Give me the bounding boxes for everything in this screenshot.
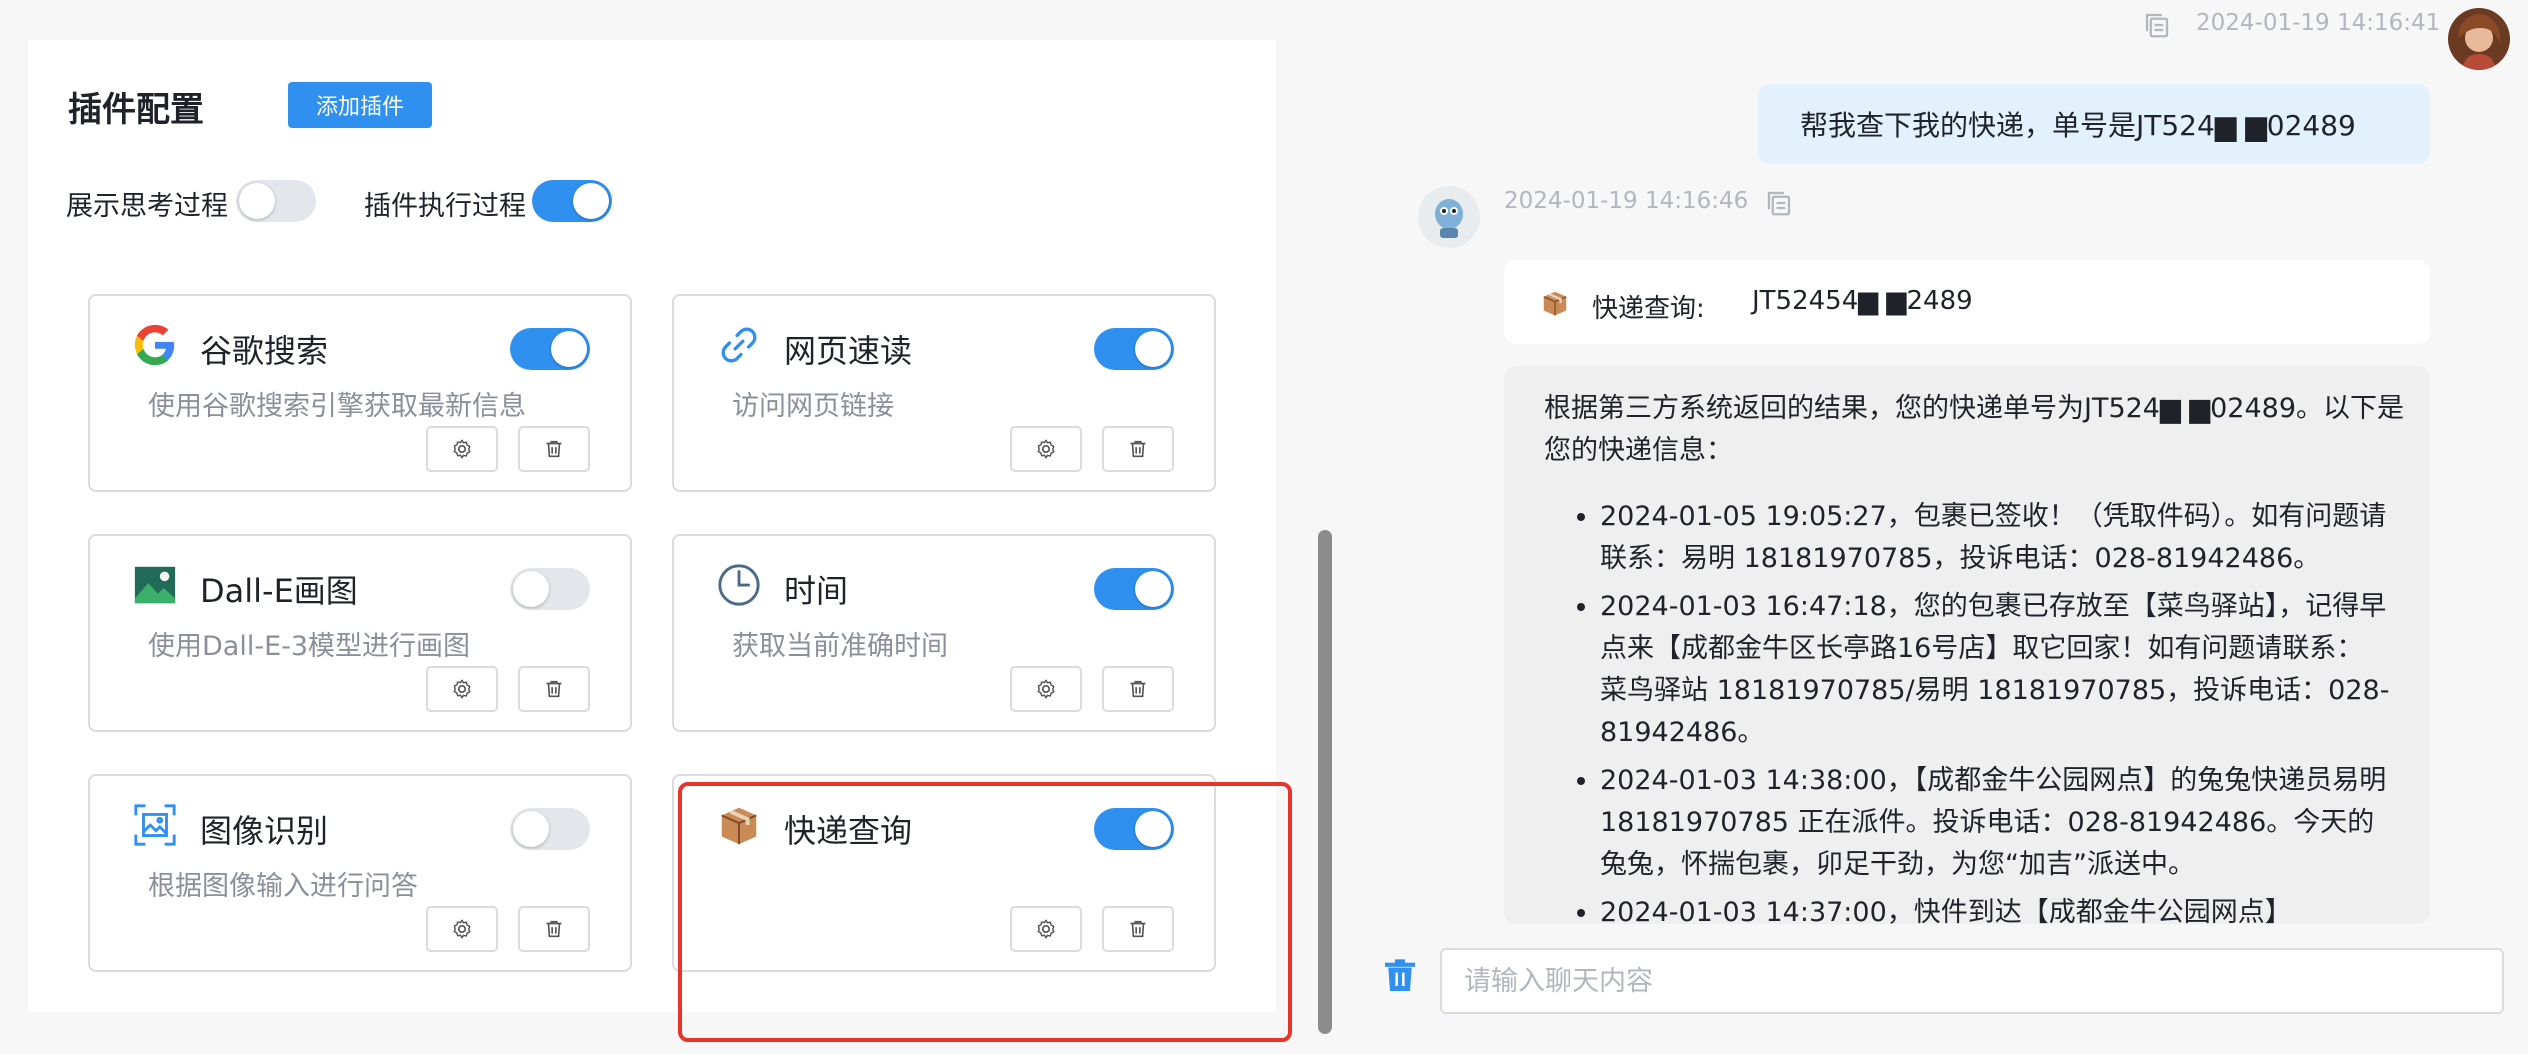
- plugin-delete-button[interactable]: [518, 426, 590, 472]
- user-message-bubble: 帮我查下我的快递，单号是JT524▆ ▆02489: [1758, 84, 2430, 164]
- google-icon: [132, 322, 178, 368]
- plugin-settings-button[interactable]: [426, 906, 498, 952]
- trash-icon: [546, 680, 562, 698]
- gear-icon: [1037, 679, 1055, 699]
- plugin-settings-button[interactable]: [1010, 426, 1082, 472]
- plugin-desc: 根据图像输入进行问答: [148, 871, 418, 902]
- trash-icon: [1130, 440, 1146, 458]
- plugin-name: 谷歌搜索: [200, 332, 329, 370]
- clock-icon: [716, 562, 762, 608]
- scrollbar[interactable]: [1318, 530, 1332, 1034]
- plugin-exec-toggle[interactable]: [532, 180, 612, 222]
- plugin-desc: 获取当前准确时间: [732, 631, 948, 662]
- package-icon: [1543, 291, 1567, 316]
- plugin-desc: 使用谷歌搜索引擎获取最新信息: [148, 391, 526, 422]
- gear-icon: [1037, 439, 1055, 459]
- trash-icon: [546, 920, 562, 938]
- gear-icon: [453, 919, 471, 939]
- plugin-enable-toggle[interactable]: [510, 328, 590, 370]
- plugin-enable-toggle[interactable]: [510, 808, 590, 850]
- plugin-name: 时间: [784, 572, 849, 610]
- tool-call-label: 快递查询:: [1592, 294, 1705, 324]
- show-thinking-toggle[interactable]: [236, 180, 316, 222]
- plugin-delete-button[interactable]: [518, 906, 590, 952]
- plugin-card-time: 时间 获取当前准确时间: [672, 534, 1216, 732]
- panel-title: 插件配置: [68, 90, 204, 130]
- plugin-name: 图像识别: [200, 812, 329, 850]
- tracking-item: 2024-01-03 16:47:18，您的包裹已存放至【菜鸟驿站】，记得早点来…: [1600, 586, 2390, 754]
- copy-icon[interactable]: [1764, 188, 1794, 218]
- plugin-enable-toggle[interactable]: [1094, 568, 1174, 610]
- plugin-delete-button[interactable]: [1102, 666, 1174, 712]
- plugin-card-web-reader: 网页速读 访问网页链接: [672, 294, 1216, 492]
- trash-icon: [1130, 680, 1146, 698]
- bot-message-timestamp: 2024-01-19 14:16:46: [1504, 188, 1749, 214]
- plugin-exec-label: 插件执行过程: [364, 191, 526, 222]
- tracking-list: 2024-01-05 19:05:27，包裹已签收！（凭取件码）。如有问题请联系…: [1600, 496, 2390, 924]
- plugin-desc: 访问网页链接: [732, 391, 894, 422]
- tracking-item: 2024-01-05 19:05:27，包裹已签收！（凭取件码）。如有问题请联系…: [1600, 496, 2390, 580]
- plugin-delete-button[interactable]: [1102, 426, 1174, 472]
- user-message-text: 帮我查下我的快递，单号是JT524▆ ▆02489: [1800, 109, 2356, 142]
- plugin-settings-button[interactable]: [1010, 666, 1082, 712]
- plugin-enable-toggle[interactable]: [510, 568, 590, 610]
- show-thinking-label: 展示思考过程: [66, 191, 228, 222]
- tracking-item: 2024-01-03 14:37:00，快件到达【成都金牛公园网点】: [1600, 892, 2390, 924]
- tool-call-value: JT52454▆ ▆2489: [1752, 286, 1973, 316]
- answer-intro: 根据第三方系统返回的结果，您的快递单号为JT524▆ ▆02489。以下是您的快…: [1544, 393, 2404, 466]
- plugin-desc: 使用Dall-E-3模型进行画图: [148, 631, 471, 662]
- clear-chat-trash-icon[interactable]: [1380, 956, 1420, 996]
- trash-icon: [546, 440, 562, 458]
- plugin-name: Dall-E画图: [200, 572, 358, 610]
- gear-icon: [453, 439, 471, 459]
- plugin-settings-button[interactable]: [426, 426, 498, 472]
- image-icon: [132, 562, 178, 608]
- plugin-card-image-recognition: 图像识别 根据图像输入进行问答: [88, 774, 632, 972]
- bot-answer-bubble: 根据第三方系统返回的结果，您的快递单号为JT524▆ ▆02489。以下是您的快…: [1504, 366, 2430, 924]
- highlight-annotation: [678, 782, 1292, 1042]
- user-message-timestamp: 2024-01-19 14:16:41: [2196, 10, 2441, 36]
- gear-icon: [453, 679, 471, 699]
- tool-call-card: 快递查询: JT52454▆ ▆2489: [1504, 260, 2430, 344]
- user-avatar[interactable]: [2448, 8, 2510, 70]
- plugin-name: 网页速读: [784, 332, 913, 370]
- link-icon: [716, 322, 762, 368]
- chat-input[interactable]: [1440, 948, 2504, 1014]
- add-plugin-button[interactable]: 添加插件: [288, 82, 432, 128]
- plugin-delete-button[interactable]: [518, 666, 590, 712]
- copy-icon[interactable]: [2142, 10, 2172, 40]
- plugin-settings-button[interactable]: [426, 666, 498, 712]
- plugin-card-google-search: 谷歌搜索 使用谷歌搜索引擎获取最新信息: [88, 294, 632, 492]
- plugin-enable-toggle[interactable]: [1094, 328, 1174, 370]
- image-scan-icon: [132, 802, 178, 848]
- bot-avatar: [1418, 186, 1480, 248]
- plugin-card-dalle: Dall-E画图 使用Dall-E-3模型进行画图: [88, 534, 632, 732]
- plugin-config-panel: 插件配置 添加插件 展示思考过程 插件执行过程 谷歌搜索 使用谷歌搜索引擎获取最…: [28, 40, 1292, 1042]
- tracking-item: 2024-01-03 14:38:00，【成都金牛公园网点】的兔兔快递员易明 1…: [1600, 760, 2390, 886]
